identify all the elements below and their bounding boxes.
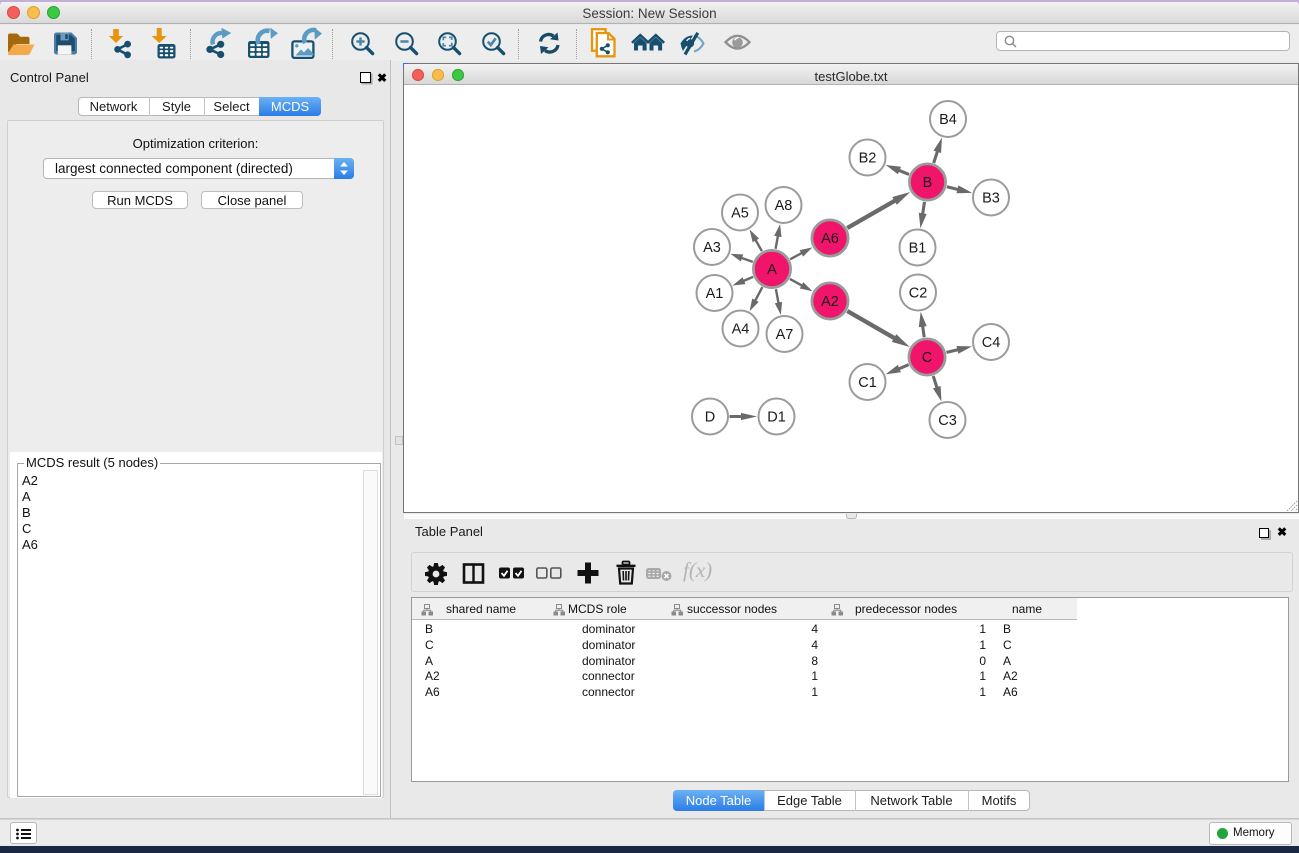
svg-text:C: C [922,350,932,366]
svg-text:D1: D1 [767,410,786,426]
svg-text:B3: B3 [982,191,1000,207]
svg-text:A: A [767,262,777,278]
svg-text:A5: A5 [731,206,749,222]
svg-text:B: B [923,175,933,191]
svg-text:A7: A7 [776,327,794,343]
svg-text:A3: A3 [703,240,721,256]
svg-text:C4: C4 [982,335,1001,351]
svg-text:B1: B1 [909,241,927,257]
svg-text:A6: A6 [821,231,839,247]
svg-text:A2: A2 [821,294,839,310]
svg-text:C1: C1 [858,375,877,391]
svg-text:C3: C3 [938,413,957,429]
svg-text:B2: B2 [859,151,877,167]
svg-text:B4: B4 [939,112,957,128]
svg-text:D: D [705,410,715,426]
svg-text:A8: A8 [775,198,793,214]
svg-text:C2: C2 [909,286,928,302]
svg-text:A1: A1 [706,286,724,302]
svg-text:A4: A4 [732,322,750,338]
